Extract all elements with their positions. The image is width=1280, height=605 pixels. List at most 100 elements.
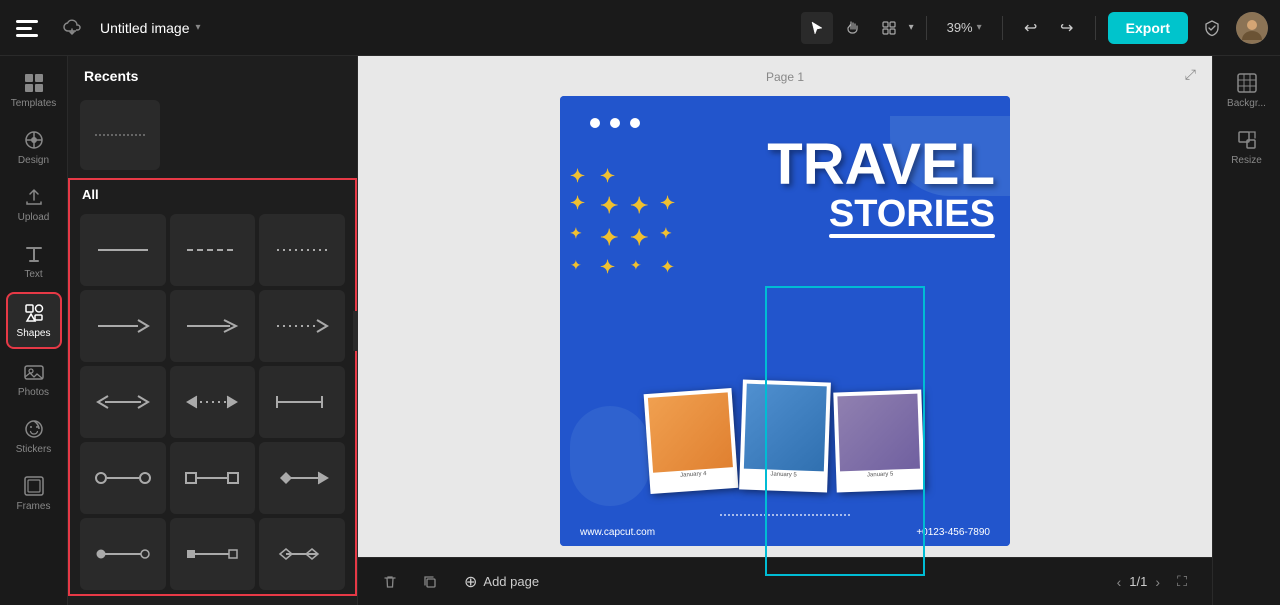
add-page-button[interactable]: ⊕ Add page (454, 568, 549, 596)
hand-tool-button[interactable] (837, 12, 869, 44)
undo-icon: ↩ (1024, 18, 1037, 38)
dot-1 (590, 118, 600, 128)
next-page-button[interactable]: › (1155, 574, 1160, 590)
shape-dotted-line[interactable] (259, 214, 345, 286)
user-avatar[interactable] (1236, 12, 1268, 44)
shape-extend-arrow[interactable] (259, 366, 345, 438)
background-button[interactable]: Backgr... (1219, 64, 1275, 117)
view-tool-button[interactable] (873, 12, 905, 44)
zoom-value: 39% (947, 20, 973, 35)
sidebar-item-upload[interactable]: Upload (6, 178, 62, 231)
star-icon: ✦ (570, 166, 594, 187)
duplicate-button[interactable] (414, 566, 446, 598)
shape-solid-line[interactable] (80, 214, 166, 286)
file-title[interactable]: Untitled image ▾ (100, 20, 201, 36)
design-title: TRAVEL STORIES (767, 136, 995, 238)
dashed-line-preview (182, 230, 242, 270)
canvas-expand-button[interactable]: ⤢ (1185, 66, 1196, 83)
background-icon (1236, 72, 1258, 94)
text-label: Text (24, 269, 42, 280)
page-navigation: ‹ 1/1 › (1117, 574, 1160, 590)
shape-diamond-arrow[interactable] (259, 442, 345, 514)
sidebar-item-stickers[interactable]: Stickers (6, 410, 62, 463)
sidebar-item-frames[interactable]: Frames (6, 467, 62, 520)
shape-diamond-small[interactable] (259, 518, 345, 590)
shape-rect-line-small[interactable] (170, 518, 256, 590)
upload-icon (23, 186, 45, 208)
design-icon (23, 129, 45, 151)
redo-button[interactable]: ↪ (1051, 12, 1083, 44)
shape-dotted-double-arrow[interactable] (170, 366, 256, 438)
shape-dashed-line[interactable] (170, 214, 256, 286)
export-button[interactable]: Export (1108, 12, 1188, 44)
sidebar-item-design[interactable]: Design (6, 121, 62, 174)
design-canvas: ✦ ✦ ✦ ✦ ✦ ✦ ✦ ✦ ✦ ✦ ✦ (560, 96, 1010, 546)
shapes-label: Shapes (17, 328, 51, 339)
design-background: ✦ ✦ ✦ ✦ ✦ ✦ ✦ ✦ ✦ ✦ ✦ (560, 96, 1010, 546)
page-label: Page 1 (766, 70, 804, 84)
rect-line-small-preview (182, 534, 242, 574)
upload-label: Upload (18, 212, 50, 223)
polaroid-img-2 (744, 384, 827, 472)
star-icon: ✦ (630, 257, 654, 278)
fullscreen-button[interactable]: ⛶ (1168, 568, 1196, 596)
star-icon: ✦ (570, 257, 594, 278)
frames-icon (23, 475, 45, 497)
dotted-arrow-preview (272, 306, 332, 346)
sidebar-item-text[interactable]: Text (6, 235, 62, 288)
resize-button[interactable]: Resize (1219, 121, 1275, 174)
recents-section (68, 96, 357, 178)
star-icon: ✦ (600, 166, 624, 187)
save-to-cloud-button[interactable] (56, 12, 88, 44)
shield-button[interactable] (1196, 12, 1228, 44)
avatar-image (1236, 12, 1268, 44)
shape-circle-line[interactable] (80, 442, 166, 514)
sidebar-item-shapes[interactable]: Shapes (6, 292, 62, 349)
polaroid-date-2: January 5 (744, 469, 824, 480)
divider3 (1095, 16, 1096, 40)
shape-arrow-right[interactable] (80, 290, 166, 362)
templates-label: Templates (11, 98, 57, 109)
prev-page-button[interactable]: ‹ (1117, 574, 1122, 590)
shape-dotted-arrow[interactable] (259, 290, 345, 362)
canvas-inner[interactable]: Page 1 ⤢ ✦ (358, 56, 1212, 557)
shape-circle-line-small[interactable] (80, 518, 166, 590)
dot-3 (630, 118, 640, 128)
tool-group-selection: ▾ (801, 12, 914, 44)
shape-rect-line[interactable] (170, 442, 256, 514)
templates-icon (23, 72, 45, 94)
stickers-icon (23, 418, 45, 440)
polaroid-3: January 5 (833, 389, 924, 492)
sidebar: Templates Design Upload Text (0, 56, 68, 605)
circle-line-preview (93, 458, 153, 498)
star-icon (630, 166, 654, 187)
undo-button[interactable]: ↩ (1015, 12, 1047, 44)
title-text: Untitled image (100, 20, 190, 36)
zoom-chevron-icon: ▾ (977, 22, 982, 33)
polaroid-img-3 (837, 394, 920, 472)
stars-area: ✦ ✦ ✦ ✦ ✦ ✦ ✦ ✦ ✦ ✦ ✦ (570, 166, 680, 296)
recent-shape-item[interactable] (80, 100, 160, 170)
cursor-tool-button[interactable] (801, 12, 833, 44)
resize-label: Resize (1231, 155, 1262, 166)
zoom-control[interactable]: 39% ▾ (939, 16, 990, 39)
trash-button[interactable] (374, 566, 406, 598)
all-section: All (68, 178, 357, 596)
sidebar-item-photos[interactable]: Photos (6, 353, 62, 406)
polaroid-date-3: January 5 (840, 469, 920, 480)
topbar-right: Export (1108, 12, 1268, 44)
design-label: Design (18, 155, 49, 166)
main-content: Templates Design Upload Text (0, 56, 1280, 605)
canvas-area: Page 1 ⤢ ✦ (358, 56, 1212, 605)
add-page-label: Add page (483, 574, 539, 589)
right-panel: Backgr... Resize (1212, 56, 1280, 605)
app-logo[interactable] (12, 12, 44, 44)
shape-arrow-right-open[interactable] (170, 290, 256, 362)
divider (926, 16, 927, 40)
polaroid-2: January 5 (739, 379, 831, 492)
sidebar-item-templates[interactable]: Templates (6, 64, 62, 117)
dot-2 (610, 118, 620, 128)
website-url: www.capcut.com (580, 527, 655, 538)
shape-double-arrow[interactable] (80, 366, 166, 438)
polaroid-photos: January 4 January 5 January 5 (647, 381, 923, 491)
